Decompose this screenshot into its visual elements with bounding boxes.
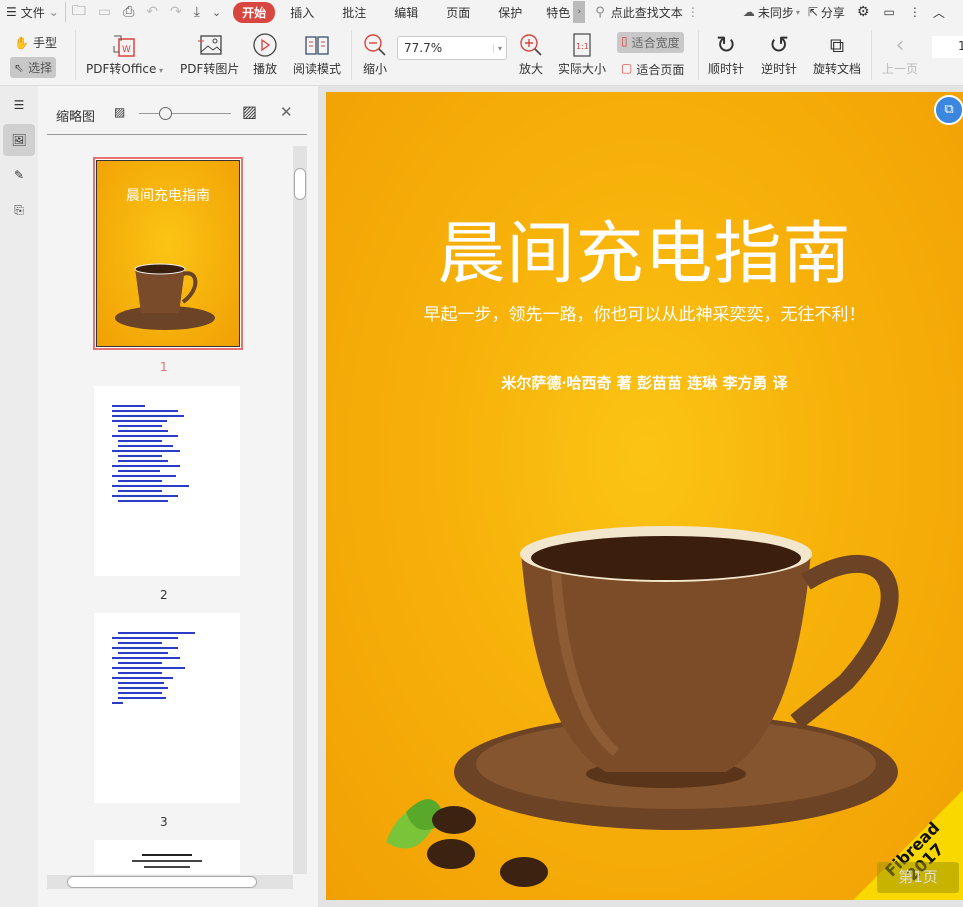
svg-text:W: W bbox=[122, 45, 131, 55]
share-icon: ⇱ bbox=[807, 5, 818, 19]
svg-text:1:1: 1:1 bbox=[576, 42, 589, 51]
fit-page-icon: ▢ bbox=[621, 61, 633, 75]
chevron-down-icon: ▾ bbox=[492, 43, 506, 53]
tab-start[interactable]: 开始 bbox=[233, 1, 276, 23]
actual-size-icon: 1:1 bbox=[573, 33, 591, 57]
thumbnail-page-number: 3 bbox=[160, 815, 168, 829]
play-icon bbox=[253, 33, 277, 57]
collapse-ribbon-icon[interactable]: ︿ bbox=[933, 4, 945, 21]
open-folder-icon[interactable]: 🗀 bbox=[72, 0, 86, 24]
cursor-icon: ⇖ bbox=[14, 60, 25, 75]
rotate-document-icon: ⧉ bbox=[829, 33, 845, 57]
thumbnail-page-4[interactable] bbox=[94, 840, 240, 874]
tab-edit[interactable]: 编辑 bbox=[385, 4, 427, 21]
fit-page-button[interactable]: ▢ 适合页面 bbox=[621, 61, 684, 78]
pdf-to-image-button[interactable]: PDF转图片 bbox=[180, 30, 239, 77]
thumbnail-page-2[interactable] bbox=[94, 386, 240, 576]
tab-special[interactable]: 特色 bbox=[537, 4, 573, 21]
image-icon bbox=[197, 35, 222, 55]
page-indicator: 第1页 bbox=[877, 862, 959, 893]
search-input[interactable]: 点此查找文本 bbox=[611, 4, 683, 21]
sync-status[interactable]: 未同步 bbox=[758, 4, 794, 21]
thumbnail-size-slider[interactable] bbox=[139, 107, 231, 120]
page-number-input[interactable]: 1 bbox=[932, 36, 963, 58]
cloud-sync-icon: ☁ bbox=[742, 5, 755, 19]
horizontal-scrollbar[interactable] bbox=[47, 875, 293, 889]
file-menu[interactable]: ☰ 文件 ⌄ bbox=[0, 4, 65, 21]
chevron-down-icon: ⌄ bbox=[48, 5, 59, 19]
annotation-pen-icon[interactable]: ✎ bbox=[3, 159, 35, 191]
rotate-clockwise-button[interactable]: ↻ 顺时针 bbox=[708, 30, 744, 77]
share-button[interactable]: 分享 bbox=[821, 4, 845, 21]
more-chevron-icon[interactable]: ⌄ bbox=[212, 6, 221, 19]
pdf-to-word-icon: W bbox=[113, 35, 136, 57]
export-icon[interactable]: ⤓ bbox=[194, 4, 200, 20]
print-icon[interactable]: ⎙ bbox=[123, 4, 134, 20]
zoom-out-icon bbox=[364, 34, 386, 56]
settings-gear-icon[interactable]: ⚙ bbox=[857, 4, 870, 20]
chevron-down-icon: ▾ bbox=[795, 7, 800, 17]
tab-page[interactable]: 页面 bbox=[437, 4, 479, 21]
thumbnail-page-1[interactable]: 晨间充电指南 bbox=[93, 157, 243, 350]
thumb-coffee-cup bbox=[115, 263, 215, 330]
tab-protect[interactable]: 保护 bbox=[489, 4, 531, 21]
rotate-counterclockwise-button[interactable]: ↺ 逆时针 bbox=[761, 30, 797, 77]
rotate-document-button[interactable]: ⧉ 旋转文档 bbox=[813, 30, 861, 77]
zoom-out-button[interactable]: 缩小 bbox=[362, 30, 388, 77]
top-tab-bar: ☰ 文件 ⌄ 🗀 ▭ ⎙ ↶ ↷ ⤓ ⌄ 开始 插入 批注 编辑 页面 保护 特色 … bbox=[0, 0, 963, 24]
fit-width-button[interactable]: ▯ 适合宽度 bbox=[617, 32, 684, 53]
book-icon bbox=[305, 36, 329, 55]
floating-convert-button[interactable]: ⧉ bbox=[934, 95, 963, 125]
redo-icon[interactable]: ↷ bbox=[170, 4, 182, 20]
tab-annotate[interactable]: 批注 bbox=[333, 4, 375, 21]
panel-title: 缩略图 bbox=[56, 110, 96, 125]
zoom-select[interactable]: 77.7% ▾ bbox=[397, 36, 507, 60]
chevron-left-icon: ‹ bbox=[895, 32, 905, 58]
pdf-page-1: 晨间充电指南 早起一步，领先一路，你也可以从此神采奕奕，无往不利！ 米尔萨德·哈… bbox=[326, 92, 963, 900]
actual-size-button[interactable]: 1:1 实际大小 bbox=[558, 30, 606, 77]
play-button[interactable]: 播放 bbox=[252, 30, 278, 77]
rotate-ccw-icon: ↺ bbox=[768, 31, 790, 59]
pdf-to-office-button[interactable]: W PDF转Office ▾ bbox=[86, 30, 163, 77]
thumbnail-page-3[interactable] bbox=[94, 613, 240, 803]
rotate-cw-icon: ↻ bbox=[715, 31, 737, 59]
book-authors: 米尔萨德·哈西奇 著 彭苗苗 连琳 李方勇 译 bbox=[501, 374, 788, 392]
zoom-in-button[interactable]: 放大 bbox=[518, 30, 544, 77]
book-title: 晨间充电指南 bbox=[437, 215, 852, 294]
select-tool[interactable]: ⇖ 选择 bbox=[10, 57, 57, 78]
close-icon[interactable]: ✕ bbox=[280, 103, 293, 121]
prev-page-button[interactable]: ‹ 上一页 bbox=[882, 30, 918, 77]
tabs-scroll-right[interactable]: › bbox=[573, 1, 586, 23]
small-thumb-icon[interactable]: ▨ bbox=[114, 105, 125, 119]
thumb-title: 晨间充电指南 bbox=[126, 188, 210, 204]
large-thumb-icon[interactable]: ▨ bbox=[242, 102, 257, 121]
read-mode-button[interactable]: 阅读模式 bbox=[293, 30, 341, 77]
zoom-in-icon bbox=[520, 34, 542, 56]
undo-icon[interactable]: ↶ bbox=[146, 4, 158, 20]
more-icon[interactable]: ⋮ bbox=[909, 5, 921, 19]
thumbnail-icon[interactable]: 🖼 bbox=[3, 124, 35, 156]
thumbnail-scrollbar[interactable] bbox=[293, 146, 307, 874]
more-vertical-icon[interactable]: ⋮ bbox=[687, 5, 699, 19]
book-subtitle: 早起一步，领先一路，你也可以从此神采奕奕，无往不利！ bbox=[423, 305, 866, 325]
document-view: 晨间充电指南 早起一步，领先一路，你也可以从此神采奕奕，无往不利！ 米尔萨德·哈… bbox=[318, 86, 963, 907]
left-icon-bar: ☰ 🖼 ✎ ⎘ bbox=[0, 86, 38, 907]
fit-width-icon: ▯ bbox=[621, 34, 628, 48]
save-icon[interactable]: ▭ bbox=[98, 4, 111, 20]
search-icon: ⚲ bbox=[595, 4, 605, 20]
thumbnail-panel: 缩略图 ▨ ▨ ✕ 晨间充电指南 1 2 3 bbox=[38, 86, 318, 907]
hamburger-icon: ☰ bbox=[6, 5, 17, 19]
tab-insert[interactable]: 插入 bbox=[281, 4, 323, 21]
hand-icon: ✋ bbox=[14, 35, 29, 50]
outline-icon[interactable]: ☰ bbox=[3, 89, 35, 121]
ribbon-toolbar: ✋ 手型 ⇖ 选择 W PDF转Office ▾ PDF转图片 播放 阅读模式 缩小 … bbox=[0, 24, 963, 86]
thumbnail-page-number: 2 bbox=[160, 588, 168, 602]
convert-icon[interactable]: ⎘ bbox=[3, 194, 35, 226]
hand-tool[interactable]: ✋ 手型 bbox=[14, 34, 57, 51]
feedback-icon[interactable]: ▭ bbox=[883, 5, 894, 19]
thumbnail-page-number: 1 bbox=[160, 360, 168, 374]
